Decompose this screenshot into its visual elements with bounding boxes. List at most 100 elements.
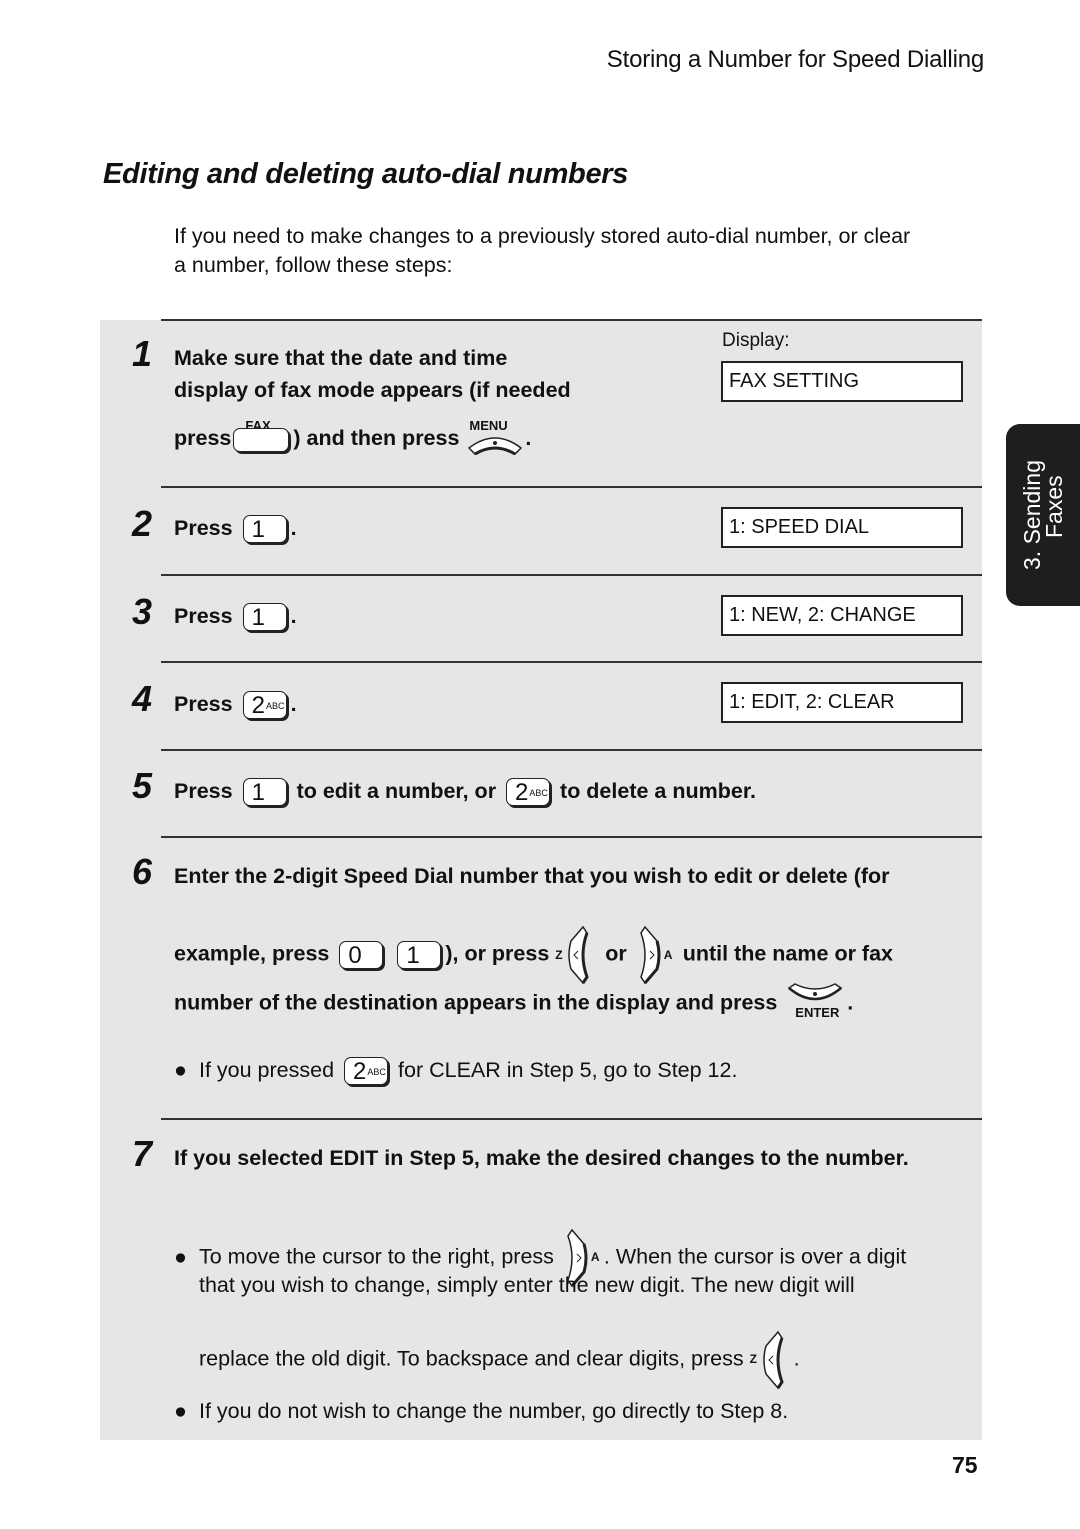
bullet-text: . When the cursor is over a digit [603, 1244, 907, 1269]
step-text: . [290, 692, 297, 716]
bullet-text: To move the cursor to the right, press [199, 1244, 554, 1269]
bullet-icon: ● [174, 1244, 187, 1269]
step-text: example, press [174, 941, 330, 966]
left-arrow-icon [762, 1330, 784, 1390]
intro-paragraph: If you need to make changes to a previou… [174, 222, 974, 280]
step-text: . [290, 516, 297, 540]
key-2[interactable]: 2ABC [242, 691, 287, 720]
step-7-bullet-1-line-3: replace the old digit. To backspace and … [199, 1330, 800, 1390]
step-1-line-3: press FAX) and then press MENU . [174, 418, 532, 456]
running-head: Storing a Number for Speed Dialling [606, 46, 984, 73]
key-1[interactable]: 1 [242, 515, 287, 544]
bullet-text: If you do not wish to change the number,… [199, 1399, 789, 1423]
step-number: 7 [132, 1133, 153, 1174]
divider [161, 1118, 982, 1120]
lcd-display: 1: NEW, 2: CHANGE [721, 595, 963, 636]
step-1-line-2: display of fax mode appears (if needed [174, 378, 571, 402]
chapter-tab-line-2: Faxes [1041, 475, 1067, 538]
bullet-text: for CLEAR in Step 5, go to Step 12. [398, 1058, 738, 1082]
bullet-icon: ● [174, 1399, 187, 1423]
step-4-text: Press 2ABC. [174, 688, 297, 720]
key-letter: A [663, 948, 673, 962]
step-text: ), or press [445, 941, 550, 966]
step-2-text: Press 1. [174, 512, 297, 544]
step-text: to edit a number, or [296, 779, 497, 803]
left-arrow-key[interactable]: Z [555, 925, 599, 985]
display-label: Display: [722, 330, 790, 351]
page-number: 75 [952, 1452, 978, 1478]
key-digit: 2 [515, 779, 529, 807]
key-letters: ABC [529, 788, 548, 799]
key-digit: 2 [353, 1058, 367, 1086]
divider [161, 836, 982, 838]
step-text: until the name or fax [682, 941, 893, 966]
key-1[interactable]: 1 [242, 778, 287, 807]
step-number: 3 [132, 591, 153, 632]
step-number: 4 [132, 678, 153, 719]
step-text: to delete a number. [560, 779, 756, 803]
key-letters: ABC [367, 1067, 386, 1078]
step-text: number of the destination appears in the… [174, 990, 778, 1015]
key-2[interactable]: 2ABC [344, 1057, 389, 1086]
bullet-text: If you pressed [199, 1058, 335, 1082]
fax-key[interactable]: FAX [233, 418, 291, 454]
step-6-line-2: example, press 0 1), or press Z or A unt… [174, 925, 893, 985]
step-text: ) and then press [293, 426, 460, 450]
lcd-display: FAX SETTING [721, 361, 963, 402]
step-text: press [174, 426, 232, 450]
step-number: 5 [132, 765, 153, 806]
step-number: 6 [132, 851, 153, 892]
lcd-display: 1: SPEED DIAL [721, 507, 963, 548]
key-letter: A [590, 1250, 600, 1264]
step-number: 1 [132, 333, 153, 374]
lcd-display: 1: EDIT, 2: CLEAR [721, 682, 963, 723]
step-5-text: Press 1 to edit a number, or 2ABC to del… [174, 775, 756, 807]
key-cap-icon [233, 428, 290, 453]
right-arrow-key[interactable]: A [633, 925, 677, 985]
step-6-bullet: ● If you pressed 2ABC for CLEAR in Step 5… [174, 1055, 738, 1086]
section-title: Editing and deleting auto-dial numbers [103, 158, 629, 190]
bullet-text: . [793, 1346, 800, 1371]
chapter-tab[interactable]: 3. Sending Faxes [1006, 424, 1080, 606]
key-2[interactable]: 2ABC [506, 778, 551, 807]
enter-key[interactable]: ENTER [783, 983, 847, 1024]
step-7-line-1: If you selected EDIT in Step 5, make the… [174, 1146, 909, 1170]
step-6-line-3: number of the destination appears in the… [174, 983, 854, 1024]
step-text: Press [174, 692, 233, 716]
divider [161, 661, 982, 663]
menu-key-icon [468, 437, 523, 456]
step-text: Press [174, 779, 233, 803]
step-text: . [847, 990, 854, 1015]
divider [161, 319, 982, 321]
step-number: 2 [132, 503, 153, 544]
step-1-line-1: Make sure that the date and time [174, 346, 508, 370]
step-3-text: Press 1. [174, 600, 297, 632]
chapter-tab-label: 3. Sending Faxes [1019, 460, 1067, 570]
left-arrow-key[interactable]: Z [750, 1330, 794, 1390]
intro-line-1: If you need to make changes to a previou… [174, 224, 911, 248]
key-0[interactable]: 0 [339, 941, 384, 969]
step-text: Press [174, 516, 233, 540]
step-text: . [290, 604, 297, 628]
menu-key[interactable]: MENU [465, 418, 525, 456]
bullet-text: replace the old digit. To backspace and … [199, 1346, 744, 1371]
divider [161, 486, 982, 488]
step-text: or [605, 941, 627, 966]
step-text: Press [174, 604, 233, 628]
divider [161, 749, 982, 751]
intro-line-2: a number, follow these steps: [174, 253, 453, 277]
step-7-bullet-1-line-2: that you wish to change, simply enter th… [199, 1273, 855, 1297]
key-letters: ABC [265, 701, 285, 712]
left-arrow-icon [568, 925, 589, 985]
step-7-bullet-2: ● If you do not wish to change the number… [174, 1396, 788, 1426]
step-6-line-1: Enter the 2-digit Speed Dial number that… [174, 864, 890, 888]
enter-key-label: ENTER [795, 1005, 840, 1020]
chapter-tab-line-1: 3. Sending [1019, 460, 1045, 570]
key-1[interactable]: 1 [242, 603, 287, 632]
key-1[interactable]: 1 [397, 941, 442, 969]
bullet-icon: ● [174, 1058, 187, 1082]
key-digit: 2 [251, 692, 265, 720]
divider [161, 574, 982, 576]
step-text: . [525, 426, 532, 450]
enter-key-icon [788, 983, 843, 1001]
